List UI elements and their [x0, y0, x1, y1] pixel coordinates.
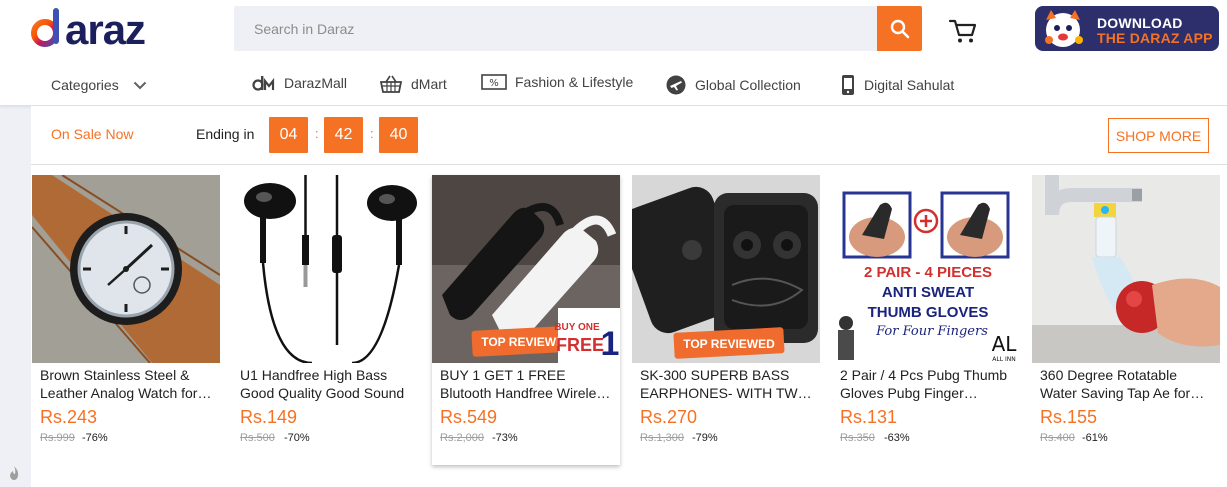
- site-header: araz DOWNLOAD THE DARAZ APP: [0, 0, 1227, 106]
- brand-sub: ALL INN: [992, 356, 1015, 363]
- top-reviewed-badge: TOP REVIEWED: [683, 337, 775, 351]
- nav-item-global[interactable]: Global Collection: [665, 74, 801, 96]
- product-original-price: Rs.1,300: [640, 432, 685, 444]
- promo-one: 1: [601, 325, 620, 363]
- download-app-banner[interactable]: DOWNLOAD THE DARAZ APP: [1035, 6, 1219, 51]
- product-original-price: Rs.500: [240, 432, 275, 444]
- product-title: U1 Handfree High Bass Good Quality Good …: [240, 367, 405, 401]
- nav-item-digital[interactable]: Digital Sahulat: [840, 74, 954, 96]
- mobile-icon: [842, 75, 854, 95]
- svg-text:%: %: [489, 78, 499, 89]
- brand-mark: AL: [992, 332, 1018, 356]
- product-card[interactable]: TOP REVIEWED BUY ONE FREE 1 BUY 1 GET 1 …: [432, 175, 620, 465]
- darazmall-icon: [252, 76, 275, 91]
- product-price: Rs.243: [40, 407, 98, 427]
- product-image-watch: [32, 175, 220, 363]
- nav-label: Global Collection: [695, 77, 801, 93]
- product-image-earphones-case: TOP REVIEWED: [632, 175, 820, 363]
- category-nav: Categories DarazMall dMart % Fashion & L…: [0, 64, 1227, 106]
- product-price: Rs.549: [440, 407, 498, 427]
- product-image-bluetooth-headset: TOP REVIEWED BUY ONE FREE 1: [432, 175, 620, 363]
- promo-free: FREE: [556, 335, 604, 355]
- nav-label: Digital Sahulat: [864, 77, 955, 93]
- flash-sale-header: On Sale Now Ending in 04 : 42 : 40 SHOP …: [31, 106, 1227, 165]
- product-price: Rs.149: [240, 407, 298, 427]
- product-price: Rs.131: [840, 407, 898, 427]
- timer-seconds: 40: [379, 117, 418, 153]
- svg-text:araz: araz: [65, 6, 145, 50]
- product-title: BUY 1 GET 1 FREE Blutooth Handfree Wirel…: [440, 367, 611, 401]
- nav-item-dmart[interactable]: dMart: [379, 74, 447, 94]
- product-price: Rs.155: [1040, 407, 1098, 427]
- product-card[interactable]: 2 PAIR - 4 PIECES ANTI SWEAT THUMB GLOVE…: [832, 175, 1020, 465]
- product-original-price: Rs.400: [1040, 432, 1075, 444]
- nav-label: Fashion & Lifestyle: [515, 74, 634, 90]
- shop-more-button[interactable]: SHOP MORE: [1108, 118, 1209, 153]
- product-title: Brown Stainless Steel & Leather Analog W…: [40, 367, 198, 401]
- product-discount: -73%: [492, 432, 518, 444]
- product-title: 2 Pair / 4 Pcs Pubg Thumb Gloves Pubg Fi…: [840, 367, 1008, 401]
- product-discount: -79%: [692, 432, 718, 444]
- plane-icon: [666, 75, 686, 95]
- mascot-icon: [1045, 10, 1083, 47]
- nav-label: DarazMall: [284, 75, 348, 91]
- product-original-price: Rs.999: [40, 432, 75, 444]
- search-button[interactable]: [877, 6, 922, 51]
- product-discount: -76%: [82, 432, 108, 444]
- gloves-text-line3: THUMB GLOVES: [868, 304, 989, 321]
- discount-tag-icon: %: [481, 74, 507, 90]
- nav-item-fashion[interactable]: % Fashion & Lifestyle: [481, 74, 633, 90]
- on-sale-label: On Sale Now: [51, 126, 134, 142]
- gloves-text-line1: 2 PAIR - 4 PIECES: [864, 264, 992, 281]
- product-price: Rs.270: [640, 407, 698, 427]
- product-card[interactable]: 360 Degree Rotatable Water Saving Tap Ae…: [1032, 175, 1220, 465]
- product-discount: -61%: [1082, 432, 1108, 444]
- search-input[interactable]: [234, 6, 877, 51]
- categories-label: Categories: [51, 77, 119, 93]
- product-image-thumb-gloves: 2 PAIR - 4 PIECES ANTI SWEAT THUMB GLOVE…: [832, 175, 1020, 363]
- app-banner-line1: DOWNLOAD: [1097, 15, 1183, 31]
- categories-dropdown[interactable]: Categories: [51, 77, 147, 93]
- product-discount: -63%: [884, 432, 910, 444]
- basket-icon: [379, 75, 403, 93]
- search-icon: [890, 19, 909, 38]
- gloves-text-line2: ANTI SWEAT: [882, 284, 974, 301]
- gloves-text-line4: For Four Fingers: [875, 324, 988, 339]
- cart-icon[interactable]: [948, 16, 978, 46]
- nav-item-darazmall[interactable]: DarazMall: [252, 74, 347, 92]
- product-card[interactable]: Brown Stainless Steel & Leather Analog W…: [32, 175, 220, 465]
- product-image-earphones: [232, 175, 420, 363]
- timer-hours: 04: [269, 117, 308, 153]
- ending-in-label: Ending in: [196, 126, 255, 142]
- chevron-down-icon: [133, 81, 146, 89]
- product-original-price: Rs.2,000: [440, 432, 485, 444]
- product-title: 360 Degree Rotatable Water Saving Tap Ae…: [1040, 367, 1191, 401]
- timer-minutes: 42: [324, 117, 363, 153]
- daraz-logo[interactable]: araz: [31, 4, 171, 50]
- product-card[interactable]: U1 Handfree High Bass Good Quality Good …: [232, 175, 420, 465]
- app-banner-line2: THE DARAZ APP: [1097, 30, 1213, 46]
- flame-icon: [0, 458, 28, 487]
- product-discount: -70%: [284, 432, 310, 444]
- product-title: SK-300 SUPERB BASS EARPHONES- WITH TWO E…: [640, 367, 809, 401]
- promo-buy-one: BUY ONE: [554, 322, 600, 333]
- product-card[interactable]: TOP REVIEWED SK-300 SUPERB BASS EARPHONE…: [632, 175, 820, 465]
- flash-sale-section: On Sale Now Ending in 04 : 42 : 40 SHOP …: [31, 106, 1227, 487]
- nav-label: dMart: [411, 76, 447, 92]
- search-bar: [234, 6, 922, 51]
- timer-separator: :: [315, 126, 319, 141]
- product-image-water-tap: [1032, 175, 1220, 363]
- product-original-price: Rs.350: [840, 432, 875, 444]
- timer-separator: :: [370, 126, 374, 141]
